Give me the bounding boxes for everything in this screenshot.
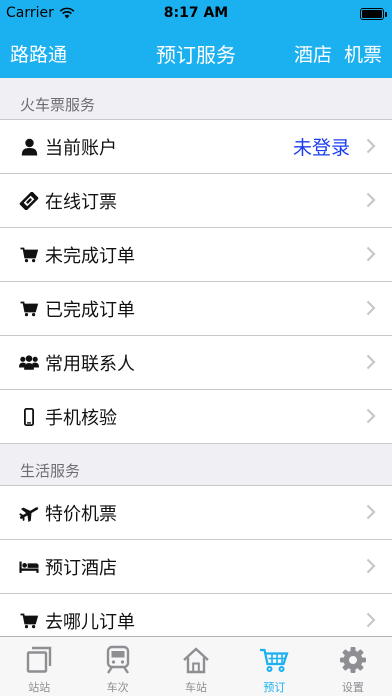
ticket-icon xyxy=(19,191,39,211)
basket-icon xyxy=(259,645,289,675)
chevron-right-icon xyxy=(366,504,376,524)
chevron-right-icon xyxy=(366,612,376,632)
mobile-icon xyxy=(19,407,39,427)
list-item[interactable]: 常用联系人 xyxy=(0,336,392,390)
train-icon xyxy=(105,645,131,675)
tab-1[interactable]: 车次 xyxy=(78,637,156,696)
tab-4[interactable]: 设置 xyxy=(314,637,392,696)
nav-right-buttons: 酒店 机票 xyxy=(294,40,382,67)
gear-icon xyxy=(339,645,367,675)
chevron-right-icon xyxy=(366,300,376,320)
list-item-label: 未完成订单 xyxy=(45,245,135,267)
nav-left-button[interactable]: 路路通 xyxy=(10,40,67,67)
tab-0[interactable]: 站站 xyxy=(0,637,78,696)
tab-label: 车次 xyxy=(106,681,129,694)
list-item-label: 在线订票 xyxy=(45,191,117,213)
chevron-right-icon xyxy=(366,408,376,428)
status-bar: Carrier 8:17 AM xyxy=(0,0,392,28)
tab-bar: 站站 车次 车站 预订 设置 xyxy=(0,636,392,696)
battery-icon xyxy=(360,8,387,20)
list-item[interactable]: 手机核验 xyxy=(0,390,392,444)
list-item[interactable]: 当前账户 未登录 xyxy=(0,120,392,174)
tab-label: 站站 xyxy=(28,681,51,694)
list-item-label: 特价机票 xyxy=(45,503,117,525)
list-item-label: 手机核验 xyxy=(45,407,117,429)
plane-icon xyxy=(19,503,39,523)
layers-icon xyxy=(26,645,52,675)
list-item-label: 预订酒店 xyxy=(45,557,117,579)
user-icon xyxy=(19,137,39,157)
chevron-right-icon xyxy=(366,246,376,266)
list-item[interactable]: 未完成订单 xyxy=(0,228,392,282)
list-item-label: 常用联系人 xyxy=(45,353,135,375)
clock: 8:17 AM xyxy=(163,5,229,21)
cart-icon xyxy=(19,299,39,319)
list-item-label: 去哪儿订单 xyxy=(45,611,135,633)
flight-button[interactable]: 机票 xyxy=(344,40,382,67)
section-header: 生活服务 xyxy=(0,444,392,486)
chevron-right-icon xyxy=(366,558,376,578)
users-icon xyxy=(19,353,39,373)
tab-label: 预订 xyxy=(263,681,286,694)
home-icon xyxy=(182,645,210,675)
list-item[interactable]: 特价机票 xyxy=(0,486,392,540)
list-item-label: 当前账户 xyxy=(45,137,117,159)
chevron-right-icon xyxy=(366,354,376,374)
list-item[interactable]: 预订酒店 xyxy=(0,540,392,594)
navigation-bar: 路路通 预订服务 酒店 机票 xyxy=(0,28,392,78)
list-item[interactable]: 在线订票 xyxy=(0,174,392,228)
tab-label: 设置 xyxy=(341,681,364,694)
settings-list[interactable]: 火车票服务当前账户 未登录在线订票未完成订单已完成订单常用联系人手机核验生活服务特… xyxy=(0,78,392,636)
hotel-button[interactable]: 酒店 xyxy=(294,40,332,67)
tab-2[interactable]: 车站 xyxy=(157,637,235,696)
cart-icon xyxy=(19,611,39,631)
chevron-right-icon xyxy=(366,138,376,158)
login-status-link[interactable]: 未登录 xyxy=(293,133,350,160)
list-item[interactable]: 去哪儿订单 xyxy=(0,594,392,636)
bed-icon xyxy=(19,557,39,577)
list-item[interactable]: 已完成订单 xyxy=(0,282,392,336)
list-item-label: 已完成订单 xyxy=(45,299,135,321)
tab-label: 车站 xyxy=(185,681,208,694)
tab-3[interactable]: 预订 xyxy=(235,637,313,696)
chevron-right-icon xyxy=(366,192,376,212)
section-header: 火车票服务 xyxy=(0,78,392,120)
cart-icon xyxy=(19,245,39,265)
